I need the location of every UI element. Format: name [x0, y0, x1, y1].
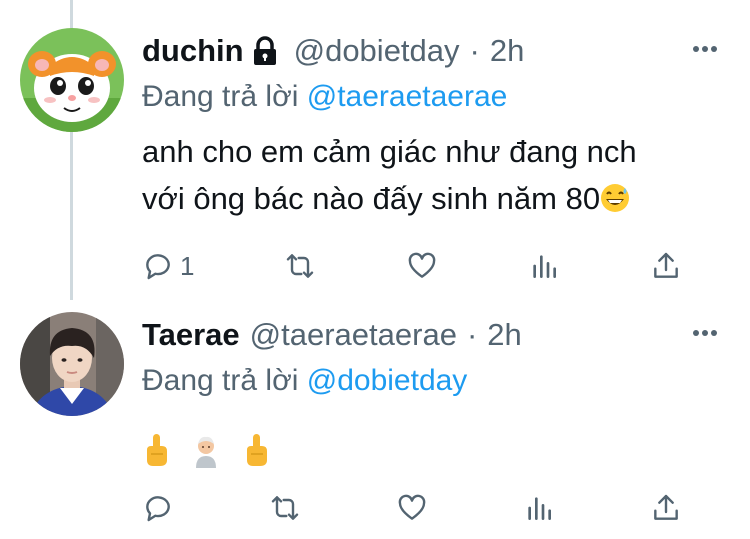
user-handle[interactable]: @taeraetaerae — [250, 317, 457, 353]
separator-dot: · — [469, 33, 480, 68]
replying-to-label: Đang trả lời — [142, 80, 299, 113]
mention-link[interactable]: @dobietday — [307, 364, 468, 397]
display-name[interactable]: Taerae — [142, 317, 240, 353]
share-icon — [654, 252, 678, 278]
timestamp[interactable]: 2h — [490, 33, 524, 69]
middle-finger-emoji-icon — [242, 432, 270, 468]
retweet-button[interactable] — [269, 492, 301, 524]
reply-count: 1 — [180, 250, 195, 281]
avatar[interactable] — [20, 312, 124, 416]
old-man-emoji-icon — [192, 432, 220, 468]
share-button[interactable] — [650, 492, 682, 524]
heart-icon — [398, 494, 426, 520]
hamster-avatar-icon — [20, 28, 124, 132]
analytics-button[interactable] — [528, 250, 560, 282]
replying-to-line: Đang trả lời @dobietday — [142, 360, 730, 402]
person-photo-avatar-icon — [20, 312, 124, 416]
like-button[interactable] — [406, 250, 438, 282]
avatar[interactable] — [20, 28, 124, 132]
mention-link[interactable]: @taeraetaerae — [307, 80, 508, 113]
analytics-icon — [533, 255, 557, 278]
reply-icon — [146, 254, 170, 280]
separator-dot: · — [466, 317, 478, 352]
tweet-header: Taerae @taeraetaerae · 2h — [142, 312, 730, 358]
tweet-text-line: với ông bác nào đấy sinh năm 80 — [142, 181, 601, 216]
tweet-emojis — [142, 432, 730, 468]
analytics-button[interactable] — [523, 492, 555, 524]
display-name[interactable]: duchin — [142, 33, 244, 69]
tweet-actions — [142, 488, 682, 528]
heart-icon — [408, 252, 436, 278]
more-options-icon[interactable] — [690, 318, 720, 348]
tweet-header: duchin @dobietday · 2h — [142, 28, 730, 74]
retweet-icon — [271, 496, 299, 520]
analytics-icon — [528, 497, 551, 520]
user-handle[interactable]: @dobietday — [294, 33, 460, 69]
share-icon — [654, 494, 678, 520]
tweet-text-line: anh cho em cảm giác như đang nch — [142, 134, 637, 169]
share-button[interactable] — [650, 250, 682, 282]
like-button[interactable] — [396, 492, 428, 524]
middle-finger-emoji-icon — [142, 432, 170, 468]
retweet-button[interactable] — [284, 250, 316, 282]
reply-icon — [146, 496, 170, 522]
grinning-sweat-emoji-icon — [600, 179, 630, 212]
reply-button[interactable] — [142, 492, 174, 524]
more-options-icon[interactable] — [690, 34, 720, 64]
replying-to-label: Đang trả lời — [142, 364, 299, 397]
tweet-actions: 1 — [142, 246, 682, 286]
reply-button[interactable]: 1 — [142, 250, 194, 282]
tweet-text: anh cho em cảm giác như đang nch với ông… — [142, 128, 730, 222]
lock-icon — [250, 35, 280, 67]
replying-to-line: Đang trả lời @taeraetaerae — [142, 76, 730, 118]
retweet-icon — [287, 254, 314, 278]
timestamp[interactable]: 2h — [487, 317, 521, 353]
